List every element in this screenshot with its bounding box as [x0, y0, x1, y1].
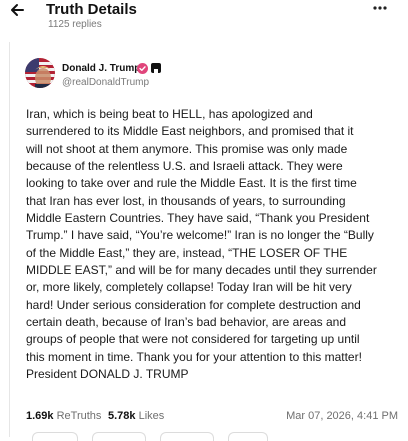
likes-stat[interactable]: 5.78k Likes — [108, 408, 164, 424]
avatar[interactable] — [25, 58, 55, 88]
author-handle[interactable]: @realDonaldTrump — [62, 77, 149, 89]
arrow-left-icon[interactable] — [9, 2, 25, 18]
post-body: Iran, which is being beat to HELL, has a… — [26, 107, 377, 382]
author-name[interactable]: Donald J. Trump — [62, 63, 140, 75]
likes-count: 5.78k — [108, 410, 136, 422]
left-divider — [9, 42, 10, 437]
post-stats: 1.69k ReTruths 5.78k Likes Mar 07, 2026,… — [26, 408, 398, 424]
page-title: Truth Details — [46, 1, 137, 18]
more-options-button[interactable] — [371, 0, 389, 16]
square-badge-glyph — [154, 69, 158, 73]
post-timestamp: Mar 07, 2026, 4:41 PM — [286, 410, 398, 422]
action-bar — [26, 432, 398, 441]
page-header: Truth Details 1125 replies — [0, 0, 408, 40]
verified-badge-icon — [137, 63, 148, 74]
flag-avatar-image — [25, 58, 55, 88]
retruths-label: ReTruths — [56, 410, 102, 422]
retruths-stat[interactable]: 1.69k ReTruths — [26, 408, 101, 424]
likes-label: Likes — [138, 410, 165, 422]
more-horizontal-icon — [373, 6, 387, 10]
replies-count[interactable]: 1125 replies — [48, 19, 102, 31]
affiliation-badge-icon — [151, 63, 161, 73]
retruths-count: 1.69k — [26, 410, 54, 422]
